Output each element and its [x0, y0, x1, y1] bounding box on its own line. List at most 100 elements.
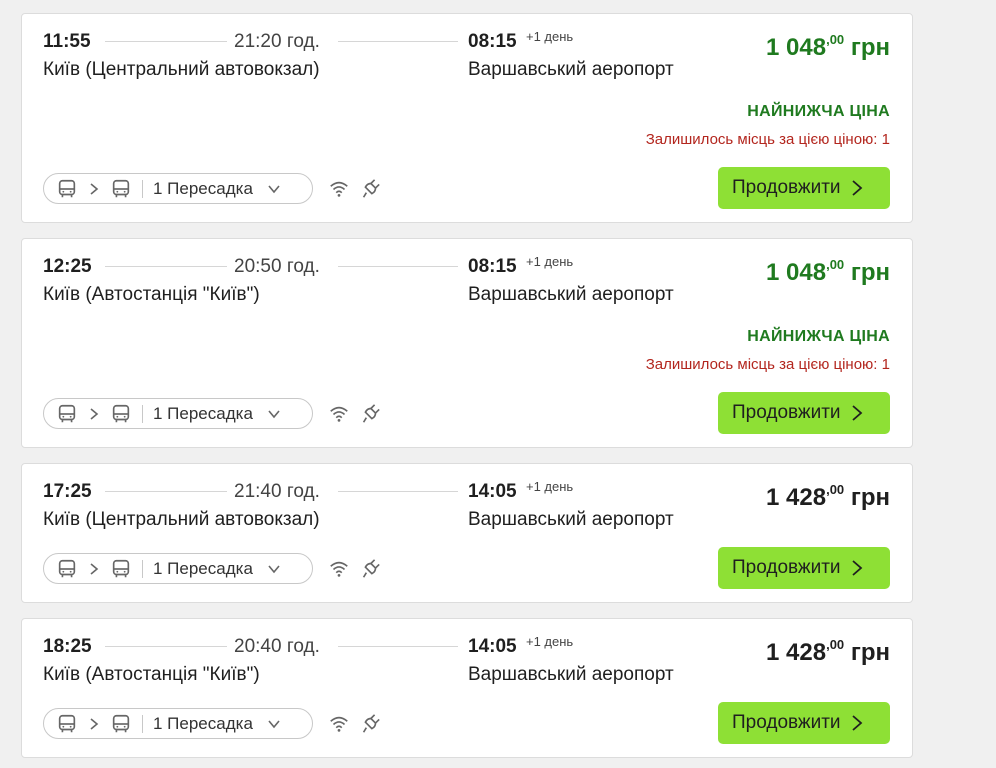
continue-label: Продовжити	[732, 557, 841, 578]
route-line	[338, 41, 458, 42]
trip-duration: 21:20 год.	[234, 31, 320, 52]
departure-station: Київ (Центральний автовокзал)	[43, 509, 320, 530]
route-line	[338, 266, 458, 267]
departure-time: 17:25	[43, 481, 92, 502]
divider	[142, 714, 143, 733]
route-line	[105, 491, 227, 492]
arrival-station: Варшавський аеропорт	[468, 664, 674, 685]
transfer-dropdown[interactable]: 1 Пересадка	[43, 708, 313, 739]
seats-left-notice: Залишилось місць за цією ціною: 1	[645, 131, 890, 148]
lowest-price-badge: НАЙНИЖЧА ЦІНА	[747, 103, 890, 120]
arrival-time: 14:05	[468, 481, 517, 502]
continue-label: Продовжити	[732, 712, 841, 733]
chevron-right-icon	[851, 715, 862, 731]
transfer-dropdown[interactable]: 1 Пересадка	[43, 553, 313, 584]
departure-time: 11:55	[43, 31, 91, 52]
departure-station: Київ (Центральний автовокзал)	[43, 59, 320, 80]
price-main: 1 048	[766, 34, 827, 61]
price: 1 048,00 грн	[766, 257, 890, 287]
price-main: 1 428	[766, 484, 827, 511]
wifi-icon	[330, 181, 348, 197]
continue-button[interactable]: Продовжити	[718, 702, 890, 744]
route-line	[105, 41, 227, 42]
bus-icon	[58, 404, 76, 422]
arrival-station: Варшавський аеропорт	[468, 59, 674, 80]
plus-day-label: +1 день	[526, 479, 574, 494]
chevron-down-icon	[268, 409, 280, 418]
plug-icon	[362, 559, 380, 578]
arrival-station: Варшавський аеропорт	[468, 509, 674, 530]
arrival-time: 08:15	[468, 31, 517, 52]
chevron-right-icon	[90, 562, 99, 575]
bus-icon	[58, 559, 76, 577]
route-line	[105, 646, 227, 647]
chevron-right-icon	[90, 407, 99, 420]
bus-icon	[112, 404, 130, 422]
seats-left-notice: Залишилось місць за цією ціною: 1	[645, 356, 890, 373]
departure-station: Київ (Автостанція "Київ")	[43, 284, 260, 305]
divider	[142, 559, 143, 578]
arrival-station: Варшавський аеропорт	[468, 284, 674, 305]
route-line	[338, 491, 458, 492]
continue-button[interactable]: Продовжити	[718, 167, 890, 209]
plus-day-label: +1 день	[526, 29, 574, 44]
price: 1 048,00 грн	[766, 32, 890, 62]
transfer-count: 1 Пересадка	[153, 403, 253, 423]
price-main: 1 428	[766, 639, 827, 666]
chevron-right-icon	[851, 180, 862, 196]
trip-duration: 20:50 год.	[234, 256, 320, 277]
bus-icon	[112, 559, 130, 577]
chevron-down-icon	[268, 184, 280, 193]
currency: грн	[850, 259, 890, 286]
plus-day-label: +1 день	[526, 254, 574, 269]
trip-card: 18:25 20:40 год. 14:05 +1 день Київ (Авт…	[21, 618, 913, 758]
price-cents: ,00	[826, 482, 845, 497]
continue-button[interactable]: Продовжити	[718, 547, 890, 589]
plus-day-label: +1 день	[526, 634, 574, 649]
arrival-time: 14:05	[468, 636, 517, 657]
currency: грн	[850, 34, 890, 61]
departure-time: 12:25	[43, 256, 92, 277]
plug-icon	[362, 714, 380, 733]
transfer-dropdown[interactable]: 1 Пересадка	[43, 398, 313, 429]
bus-icon	[58, 714, 76, 732]
chevron-down-icon	[268, 719, 280, 728]
trip-card: 11:55 21:20 год. 08:15 +1 день Київ (Цен…	[21, 13, 913, 223]
chevron-down-icon	[268, 564, 280, 573]
lowest-price-badge: НАЙНИЖЧА ЦІНА	[747, 328, 890, 345]
continue-label: Продовжити	[732, 402, 841, 423]
price: 1 428,00 грн	[766, 637, 890, 667]
trip-duration: 21:40 год.	[234, 481, 320, 502]
price-cents: ,00	[826, 32, 845, 47]
wifi-icon	[330, 561, 348, 577]
transfer-count: 1 Пересадка	[153, 178, 253, 198]
transfer-count: 1 Пересадка	[153, 713, 253, 733]
departure-time: 18:25	[43, 636, 92, 657]
chevron-right-icon	[851, 560, 862, 576]
wifi-icon	[330, 406, 348, 422]
plug-icon	[362, 179, 380, 198]
chevron-right-icon	[90, 717, 99, 730]
trip-duration: 20:40 год.	[234, 636, 320, 657]
currency: грн	[850, 484, 890, 511]
continue-label: Продовжити	[732, 177, 841, 198]
route-line	[105, 266, 227, 267]
wifi-icon	[330, 716, 348, 732]
departure-station: Київ (Автостанція "Київ")	[43, 664, 260, 685]
arrival-time: 08:15	[468, 256, 517, 277]
continue-button[interactable]: Продовжити	[718, 392, 890, 434]
price-main: 1 048	[766, 259, 827, 286]
divider	[142, 179, 143, 198]
bus-icon	[112, 714, 130, 732]
plug-icon	[362, 404, 380, 423]
trip-card: 17:25 21:40 год. 14:05 +1 день Київ (Цен…	[21, 463, 913, 603]
divider	[142, 404, 143, 423]
bus-icon	[58, 179, 76, 197]
price: 1 428,00 грн	[766, 482, 890, 512]
transfer-dropdown[interactable]: 1 Пересадка	[43, 173, 313, 204]
chevron-right-icon	[851, 405, 862, 421]
route-line	[338, 646, 458, 647]
price-cents: ,00	[826, 637, 845, 652]
price-cents: ,00	[826, 257, 845, 272]
currency: грн	[850, 639, 890, 666]
